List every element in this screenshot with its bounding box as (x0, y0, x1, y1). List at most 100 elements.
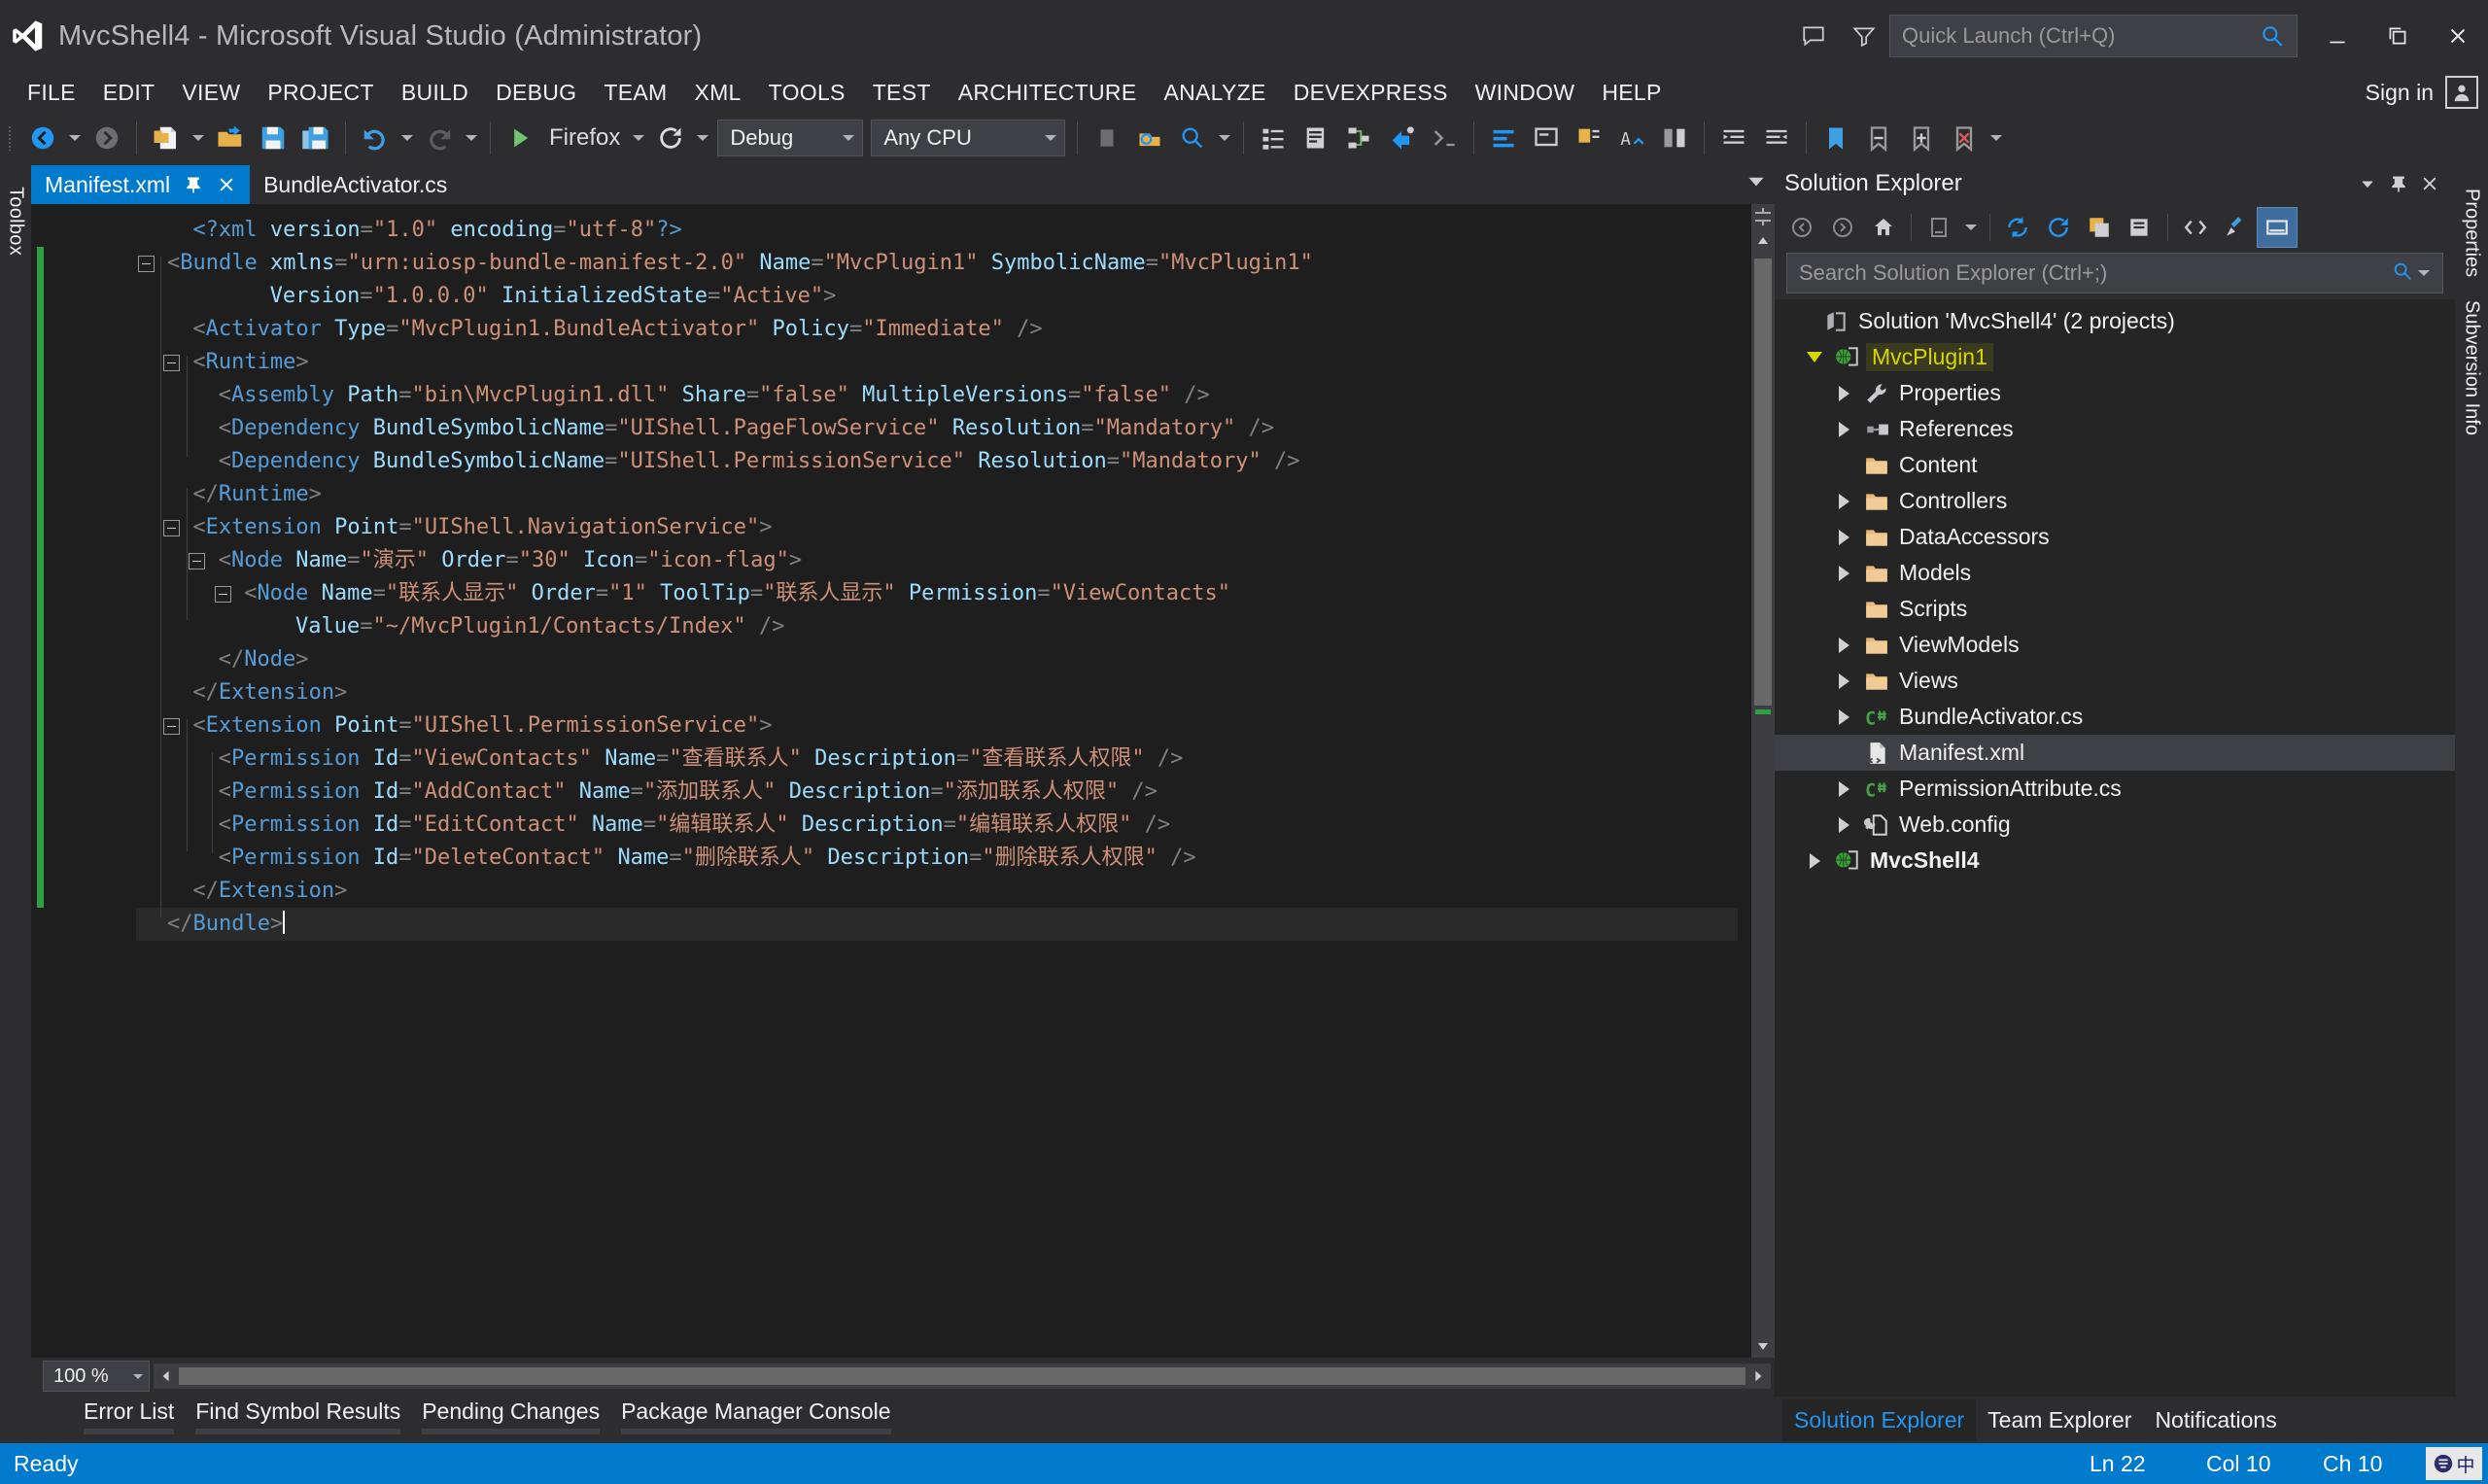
menu-help[interactable]: HELP (1588, 72, 1675, 113)
code-line[interactable]: <Node Name="演示" Order="30" Icon="icon-fl… (31, 544, 1751, 577)
code-line[interactable]: <Permission Id="EditContact" Name="编辑联系人… (31, 809, 1751, 842)
menu-build[interactable]: BUILD (388, 72, 482, 113)
error-list-icon[interactable] (1482, 117, 1525, 159)
filter-icon[interactable] (1839, 0, 1889, 72)
tree-node[interactable]: Solution 'MvcShell4' (2 projects) (1775, 303, 2455, 339)
chevron-right-icon[interactable] (1800, 852, 1829, 869)
tab-error-list[interactable]: Error List (78, 1395, 190, 1434)
feedback-icon[interactable] (1788, 0, 1839, 72)
code-line[interactable]: Version="1.0.0.0" InitializedState="Acti… (31, 280, 1751, 313)
tree-node[interactable]: ViewModels (1775, 627, 2455, 663)
tree-node[interactable]: Web.config (1775, 807, 2455, 843)
code-line[interactable]: <?xml version="1.0" encoding="utf-8"?> (31, 214, 1751, 247)
save-icon[interactable] (252, 117, 294, 159)
scroll-up-button[interactable] (1751, 229, 1775, 253)
play-icon[interactable] (499, 117, 541, 159)
editor-splitter-button[interactable] (1751, 204, 1775, 229)
close-icon[interactable] (2414, 168, 2445, 199)
new-project-dropdown[interactable] (188, 117, 209, 159)
tree-node[interactable]: Views (1775, 663, 2455, 699)
collapse-toggle-icon[interactable] (213, 577, 232, 610)
scroll-down-button[interactable] (1751, 1334, 1775, 1358)
bookmark-window-icon[interactable] (1568, 117, 1610, 159)
code-line[interactable]: <Permission Id="AddContact" Name="添加联系人"… (31, 776, 1751, 809)
search-icon[interactable] (2392, 260, 2413, 287)
compare-icon[interactable] (1653, 117, 1696, 159)
code-line[interactable]: <Activator Type="MvcPlugin1.BundleActiva… (31, 313, 1751, 346)
code-line[interactable]: <Runtime> (31, 346, 1751, 379)
toolbox-tab[interactable]: Toolbox (2, 177, 30, 265)
tree-node[interactable]: Properties (1775, 375, 2455, 411)
chevron-right-icon[interactable] (1829, 816, 1858, 833)
menu-window[interactable]: WINDOW (1462, 72, 1589, 113)
solution-tree[interactable]: Solution 'MvcShell4' (2 projects) MvcPlug… (1775, 299, 2455, 1397)
menu-analyze[interactable]: ANALYZE (1150, 72, 1279, 113)
chevron-right-icon[interactable] (1829, 673, 1858, 689)
sync-icon[interactable] (1998, 208, 2037, 247)
code-line[interactable]: </Node> (31, 643, 1751, 676)
output-window-icon[interactable] (1525, 117, 1568, 159)
format-icon[interactable]: A (1610, 117, 1653, 159)
scrollbar-thumb[interactable] (1754, 259, 1772, 706)
tab-package-manager-console[interactable]: Package Manager Console (615, 1395, 906, 1434)
redo-dropdown[interactable] (461, 117, 482, 159)
menu-file[interactable]: FILE (14, 72, 89, 113)
chevron-right-icon[interactable] (1829, 780, 1858, 797)
tab-pending-changes[interactable]: Pending Changes (416, 1395, 615, 1434)
undo-icon[interactable] (354, 117, 397, 159)
navigate-back-dropdown[interactable] (64, 117, 86, 159)
attach-process-icon[interactable] (1128, 117, 1171, 159)
clear-bookmarks-icon[interactable] (1943, 117, 1986, 159)
pending-changes-icon[interactable] (1919, 208, 1958, 247)
toolbar-grip[interactable] (8, 121, 21, 155)
scroll-left-button[interactable] (154, 1363, 179, 1389)
pin-icon[interactable] (2383, 168, 2414, 199)
code-line[interactable]: <Permission Id="DeleteContact" Name="删除联… (31, 842, 1751, 875)
configuration-combo[interactable]: Debug (717, 120, 864, 156)
menu-edit[interactable]: EDIT (89, 72, 169, 113)
home-icon[interactable] (1864, 208, 1903, 247)
menu-view[interactable]: VIEW (168, 72, 254, 113)
tab-solution-explorer[interactable]: Solution Explorer (1782, 1398, 1977, 1441)
tab-find-symbol-results[interactable]: Find Symbol Results (190, 1395, 416, 1434)
scroll-right-button[interactable] (1745, 1363, 1771, 1389)
pending-changes-dropdown[interactable] (1960, 206, 1982, 249)
bookmark-toggle-icon[interactable] (1814, 117, 1857, 159)
step-icon[interactable] (1086, 117, 1128, 159)
tree-node[interactable]: MvcShell4 (1775, 843, 2455, 879)
collapse-toggle-icon[interactable] (136, 247, 156, 280)
menu-devexpress[interactable]: DEVEXPRESS (1280, 72, 1462, 113)
class-view-icon[interactable] (1380, 117, 1423, 159)
collapse-toggle-icon[interactable] (188, 544, 207, 577)
close-button[interactable] (2428, 0, 2488, 72)
editor-vertical-scrollbar[interactable] (1751, 204, 1775, 1358)
navigate-forward-icon[interactable] (86, 117, 128, 159)
code-view-icon[interactable] (2176, 208, 2215, 247)
properties-icon[interactable] (2217, 208, 2256, 247)
quick-launch-input[interactable]: Quick Launch (Ctrl+Q) (1889, 15, 2298, 57)
tree-node[interactable]: MvcPlugin1 (1775, 339, 2455, 375)
bookmark-dropdown[interactable] (1986, 117, 2007, 159)
redo-icon[interactable] (418, 117, 461, 159)
editor-horizontal-scrollbar[interactable] (154, 1363, 1771, 1389)
menu-test[interactable]: TEST (859, 72, 945, 113)
menu-architecture[interactable]: ARCHITECTURE (945, 72, 1151, 113)
tree-node[interactable]: C PermissionAttribute.cs (1775, 771, 2455, 807)
platform-combo[interactable]: Any CPU (871, 120, 1066, 156)
chevron-right-icon[interactable] (1829, 421, 1858, 437)
tab-list-dropdown[interactable] (1744, 168, 1769, 198)
forward-icon[interactable] (1823, 208, 1862, 247)
chevron-right-icon[interactable] (1829, 708, 1858, 725)
tree-node[interactable]: Manifest.xml (1775, 735, 2455, 771)
tree-node[interactable]: Models (1775, 555, 2455, 591)
restore-button[interactable] (2367, 0, 2428, 72)
chevron-right-icon[interactable] (1829, 529, 1858, 545)
code-line[interactable]: Value="~/MvcPlugin1/Contacts/Index" /> (31, 610, 1751, 643)
close-icon[interactable] (217, 175, 236, 194)
zoom-level-combo[interactable]: 100 % (43, 1361, 150, 1392)
menu-debug[interactable]: DEBUG (482, 72, 590, 113)
menu-tools[interactable]: TOOLS (755, 72, 859, 113)
toolbox-icon[interactable] (1423, 117, 1466, 159)
properties-tab[interactable]: Properties (2457, 177, 2487, 289)
ime-indicator[interactable]: 中 (2426, 1447, 2482, 1480)
